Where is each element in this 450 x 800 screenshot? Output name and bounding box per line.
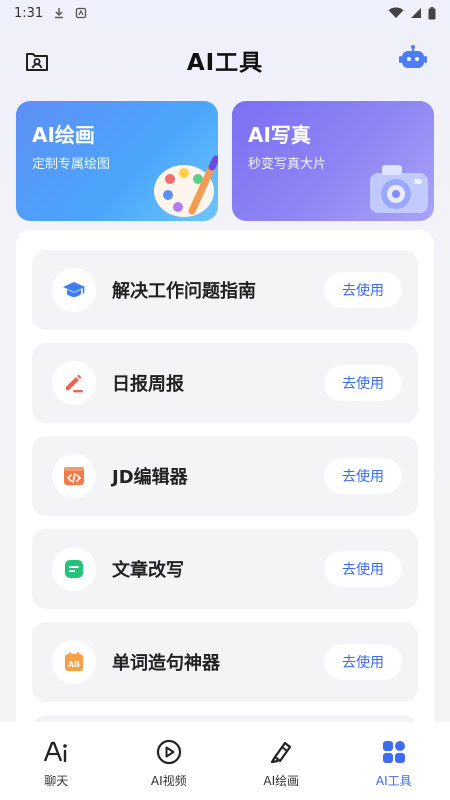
- header: AI工具: [0, 38, 450, 82]
- ai-painting-card[interactable]: AI绘画 定制专属绘图: [16, 101, 218, 221]
- tool-row-work-guide[interactable]: 解决工作问题指南 去使用: [32, 250, 418, 330]
- tab-label: AI视频: [150, 774, 187, 788]
- tab-ai-tools[interactable]: AI工具: [338, 722, 450, 800]
- play-circle-icon: [156, 739, 181, 765]
- edit-pen-icon: [66, 374, 83, 393]
- tool-row-word-sentence[interactable]: AB 单词造句神器 去使用: [32, 622, 418, 702]
- ai-portrait-subtitle: 秒变写真大片: [248, 157, 327, 172]
- text-document-icon: [65, 560, 83, 578]
- camera-icon: [370, 165, 428, 213]
- paint-palette-icon: [154, 155, 218, 217]
- page-title: AI工具: [186, 50, 264, 76]
- tool-name: 文章改写: [112, 560, 184, 581]
- ai-painting-title: AI绘画: [32, 123, 95, 147]
- use-button[interactable]: 去使用: [324, 644, 402, 680]
- tab-label: AI绘画: [263, 774, 300, 788]
- tab-ai-video[interactable]: AI视频: [113, 722, 226, 800]
- ab-calendar-icon: AB: [65, 652, 83, 671]
- svg-text:AB: AB: [68, 660, 80, 669]
- ai-portrait-card[interactable]: AI写真 秒变写真大片: [232, 101, 434, 221]
- bottom-tab-bar: 聊天 AI视频 AI绘画 AI工具: [0, 722, 450, 800]
- wifi-icon: [388, 7, 404, 18]
- use-button[interactable]: 去使用: [324, 272, 402, 308]
- download-icon: [55, 8, 64, 19]
- tool-row-article-rewrite[interactable]: 文章改写 去使用: [32, 529, 418, 609]
- battery-icon: [428, 6, 436, 19]
- tab-label: AI工具: [375, 774, 412, 788]
- tool-row-jd-editor[interactable]: JD编辑器 去使用: [32, 436, 418, 516]
- status-bar: 1:31: [0, 0, 450, 26]
- ai-chat-icon: [44, 741, 68, 763]
- use-button[interactable]: 去使用: [324, 365, 402, 401]
- tool-name: 单词造句神器: [112, 653, 220, 674]
- ai-painting-subtitle: 定制专属绘图: [32, 157, 111, 172]
- status-time: 1:31: [14, 5, 44, 21]
- tab-chat[interactable]: 聊天: [0, 722, 113, 800]
- use-button[interactable]: 去使用: [324, 458, 402, 494]
- robot-icon[interactable]: [398, 44, 428, 74]
- tab-ai-painting[interactable]: AI绘画: [225, 722, 338, 800]
- tools-panel: 解决工作问题指南 去使用 日报周报 去使用 JD编辑器 去使用 文章改写 去使用…: [16, 230, 434, 755]
- grid-apps-icon: [382, 741, 405, 763]
- brush-icon: [271, 741, 292, 764]
- tool-row-daily-report[interactable]: 日报周报 去使用: [32, 343, 418, 423]
- tool-name: 解决工作问题指南: [112, 281, 256, 302]
- cell-signal-icon: [411, 8, 421, 18]
- tool-name: JD编辑器: [112, 467, 188, 488]
- use-button[interactable]: 去使用: [324, 551, 402, 587]
- notification-app-icon: [76, 7, 87, 19]
- photo-album-icon[interactable]: [24, 48, 50, 74]
- tab-label: 聊天: [44, 774, 69, 788]
- code-window-icon: [64, 467, 84, 485]
- tool-name: 日报周报: [112, 374, 184, 395]
- graduation-cap-icon: [63, 282, 85, 297]
- ai-portrait-title: AI写真: [248, 123, 311, 147]
